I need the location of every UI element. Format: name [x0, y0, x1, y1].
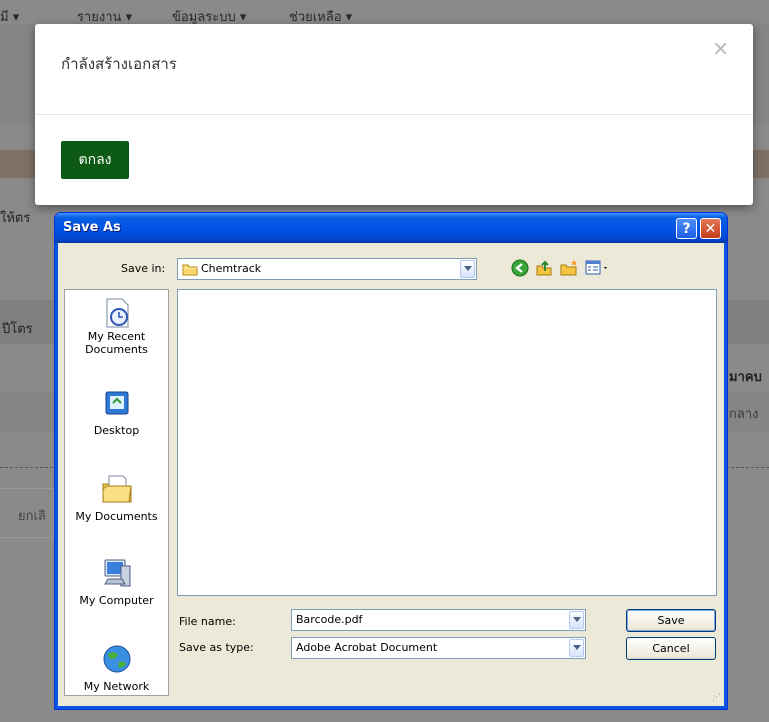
background-cancel-button: ยกเลิ — [0, 488, 54, 538]
place-label: My Recent Documents — [85, 330, 148, 356]
file-name-value: Barcode.pdf — [296, 613, 363, 626]
modal-ok-button[interactable]: ตกลง — [61, 141, 129, 179]
modal-divider — [35, 114, 753, 115]
top-navbar: มี ▾ รายงาน ▾ ข้อมูลระบบ ▾ ช่วยเหลือ ▾ — [0, 0, 769, 25]
place-my-recent-documents[interactable]: My Recent Documents — [65, 296, 168, 356]
save-in-label: Save in: — [121, 262, 166, 275]
my-network-icon — [103, 645, 130, 673]
place-my-network[interactable]: My Network — [65, 642, 168, 693]
file-list[interactable] — [177, 289, 717, 596]
chevron-down-icon[interactable] — [460, 260, 475, 278]
place-desktop[interactable]: Desktop — [65, 388, 168, 437]
place-label: Desktop — [93, 424, 140, 437]
background-text-fragment: ให้ตร — [0, 211, 31, 226]
dialog-title: Save As — [63, 220, 121, 235]
save-button[interactable]: Save — [626, 609, 716, 632]
background-text-fragment: กลาง — [729, 407, 759, 422]
views-menu-icon[interactable] — [585, 259, 611, 277]
dialog-title-bar[interactable]: Save As ? ✕ — [55, 213, 727, 243]
place-my-documents[interactable]: My Documents — [65, 470, 168, 523]
place-my-computer[interactable]: My Computer — [65, 556, 168, 607]
progress-modal: กำลังสร้างเอกสาร × ตกลง — [35, 24, 753, 205]
modal-title: กำลังสร้างเอกสาร — [61, 55, 177, 73]
place-label: My Network — [83, 680, 150, 693]
place-label: My Computer — [79, 594, 154, 607]
help-button[interactable]: ? — [676, 218, 697, 239]
my-computer-icon — [103, 559, 130, 587]
save-as-dialog: Save As ? ✕ Save in: Chemtrack My Recent… — [54, 212, 728, 710]
dialog-body: Save in: Chemtrack My Recent Documents D… — [59, 243, 723, 705]
background-text-fragment: ปีโตร — [2, 322, 33, 337]
place-label: My Documents — [75, 510, 158, 523]
background-text-fragment: ยกเลิ — [18, 509, 46, 524]
cancel-button[interactable]: Cancel — [626, 637, 716, 660]
chevron-down-icon[interactable] — [569, 639, 584, 657]
save-in-value: Chemtrack — [201, 262, 262, 275]
chevron-down-icon[interactable] — [569, 611, 584, 629]
desktop-icon — [105, 391, 128, 415]
file-name-label: File name: — [179, 615, 236, 628]
resize-grip-icon[interactable]: ⋰ — [712, 693, 721, 703]
places-bar: My Recent Documents Desktop My Documents — [64, 289, 169, 696]
save-as-type-label: Save as type: — [179, 641, 254, 654]
file-name-input[interactable]: Barcode.pdf — [291, 609, 586, 631]
save-in-dropdown[interactable]: Chemtrack — [177, 258, 477, 280]
folder-icon — [182, 264, 198, 276]
new-folder-icon[interactable] — [559, 259, 579, 277]
my-documents-icon — [102, 475, 132, 503]
recent-documents-icon — [106, 298, 128, 328]
modal-close-icon[interactable]: × — [712, 38, 729, 58]
up-folder-icon[interactable] — [535, 259, 553, 277]
close-button[interactable]: ✕ — [700, 218, 721, 239]
back-icon[interactable] — [511, 259, 529, 277]
background-text-fragment: มาคบ — [729, 370, 762, 385]
save-as-type-value: Adobe Acrobat Document — [296, 641, 438, 654]
save-as-type-dropdown[interactable]: Adobe Acrobat Document — [291, 637, 586, 659]
